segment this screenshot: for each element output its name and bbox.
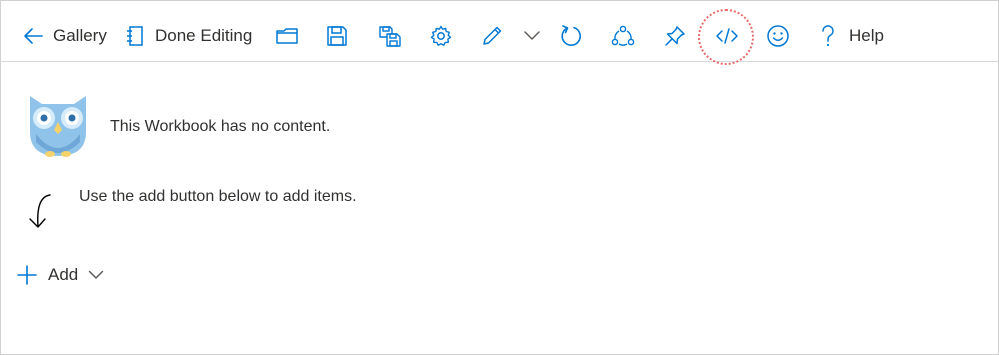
feedback-button[interactable]	[766, 18, 790, 54]
add-label: Add	[48, 265, 79, 284]
settings-button[interactable]	[430, 18, 452, 54]
add-button[interactable]: Add	[16, 262, 104, 288]
settings-gear-icon	[430, 25, 452, 46]
open-folder-icon	[276, 28, 298, 44]
feedback-smiley-icon	[767, 25, 789, 47]
done-editing-button[interactable]: Done Editing	[126, 18, 252, 54]
help-button[interactable]: Help	[820, 18, 884, 54]
help-label: Help	[849, 26, 884, 45]
owl-icon	[30, 96, 86, 157]
save-button[interactable]	[326, 18, 348, 54]
done-editing-label: Done Editing	[155, 26, 253, 45]
plus-icon	[17, 265, 37, 285]
help-question-icon	[822, 25, 834, 47]
empty-state-message: This Workbook has no content.	[110, 118, 331, 135]
pin-button[interactable]	[664, 18, 686, 54]
chevron-down-icon	[89, 270, 104, 279]
save-icon	[327, 26, 347, 46]
refresh-icon	[561, 25, 581, 46]
gallery-button[interactable]: Gallery	[22, 18, 107, 54]
advanced-editor-button[interactable]	[715, 18, 739, 54]
open-button[interactable]	[275, 18, 299, 54]
refresh-button[interactable]	[559, 18, 583, 54]
curved-arrow	[26, 192, 52, 237]
empty-state-hint: Use the add button below to add items.	[79, 188, 357, 205]
share-button[interactable]	[611, 18, 635, 54]
code-icon	[716, 28, 738, 44]
gallery-label: Gallery	[53, 26, 107, 45]
edit-button[interactable]	[481, 18, 503, 54]
chevron-down-icon	[524, 31, 540, 40]
curved-arrow-icon	[29, 194, 51, 228]
save-as-icon	[379, 26, 401, 47]
back-arrow-icon	[24, 28, 43, 44]
owl-mascot	[24, 92, 92, 163]
save-as-button[interactable]	[378, 18, 402, 54]
edit-dropdown-button[interactable]	[523, 18, 541, 54]
done-editing-icon	[127, 26, 143, 46]
toolbar: Gallery Done Editing Help	[0, 0, 999, 62]
edit-pencil-icon	[483, 26, 502, 45]
share-icon	[611, 25, 635, 46]
pin-icon	[665, 26, 685, 46]
